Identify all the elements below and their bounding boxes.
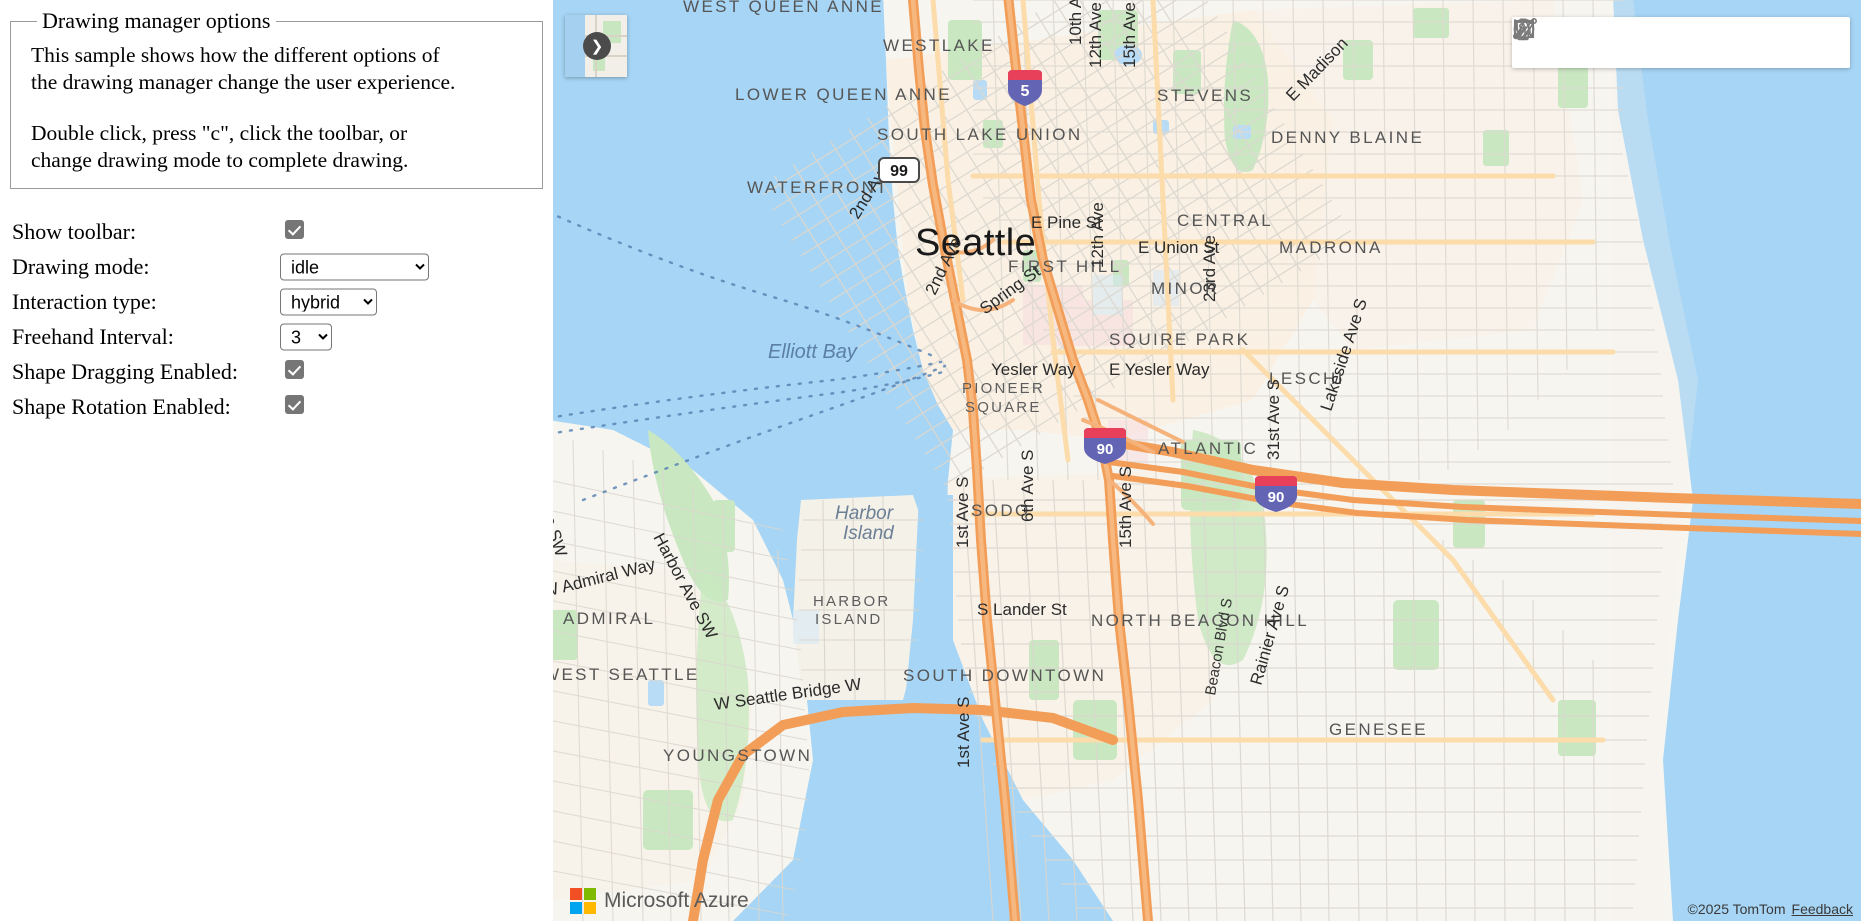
water-label-elliott-bay: Elliott Bay — [768, 341, 858, 363]
svg-text:MADRONA: MADRONA — [1279, 238, 1383, 257]
svg-text:1st Ave S: 1st Ave S — [953, 476, 972, 548]
draw-circle-tool[interactable] — [1513, 18, 1704, 66]
drawing-manager-options-panel: Drawing manager options This sample show… — [0, 0, 553, 921]
options-fieldset: Drawing manager options This sample show… — [10, 8, 543, 189]
control-row-drawing-mode: Drawing mode: idledraw-pointdraw-linedra… — [12, 250, 553, 284]
shape-rotation-label: Shape Rotation Enabled: — [12, 394, 231, 419]
panel-legend: Drawing manager options — [42, 8, 271, 33]
svg-text:SQUARE: SQUARE — [965, 399, 1042, 416]
map-tiles: Elliott Bay Harbor Island Seattle WEST Q… — [553, 0, 1861, 921]
erase-geometry-tool[interactable] — [1515, 18, 1842, 66]
draw-rectangle-tool[interactable] — [1513, 19, 1750, 66]
feedback-link[interactable]: Feedback — [1792, 901, 1853, 917]
minimap-overview-toggle[interactable]: ❯ — [565, 15, 627, 77]
description-line-4: change drawing mode to complete drawing. — [31, 148, 409, 172]
svg-text:90: 90 — [1097, 441, 1114, 458]
svg-text:6th Ave S: 6th Ave S — [1018, 450, 1037, 522]
description-line-1: This sample shows how the different opti… — [31, 43, 440, 67]
interaction-type-label: Interaction type: — [12, 289, 157, 314]
show-toolbar-checkbox[interactable] — [285, 220, 304, 239]
chevron-right-icon[interactable]: ❯ — [583, 32, 611, 60]
copyright-text: ©2025 TomTom — [1687, 901, 1786, 917]
svg-text:WEST QUEEN ANNE: WEST QUEEN ANNE — [683, 0, 884, 16]
freehand-interval-label: Freehand Interval: — [12, 324, 174, 349]
description-paragraph-2: Double click, press "c", click the toolb… — [31, 120, 531, 174]
svg-text:15th Ave S: 15th Ave S — [1116, 466, 1135, 548]
drawing-mode-select[interactable]: idledraw-pointdraw-linedraw-polygondraw-… — [280, 253, 429, 281]
svg-text:12th Ave: 12th Ave — [1088, 202, 1107, 268]
shape-dragging-field — [285, 360, 304, 384]
svg-text:WEST SEATTLE: WEST SEATTLE — [553, 665, 700, 684]
svg-text:ADMIRAL: ADMIRAL — [563, 609, 655, 628]
highway-shield-99: 99 — [878, 157, 920, 183]
svg-text:SOUTH DOWNTOWN: SOUTH DOWNTOWN — [903, 666, 1106, 685]
svg-text:1st Ave S: 1st Ave S — [954, 696, 973, 768]
svg-text:23rd Ave: 23rd Ave — [1200, 235, 1219, 302]
description-paragraph-1: This sample shows how the different opti… — [31, 42, 531, 96]
shape-rotation-field — [285, 395, 304, 419]
draw-polygon-tool[interactable] — [1514, 19, 1658, 66]
freehand-interval-select[interactable]: 12345678910 — [280, 323, 332, 351]
control-row-show-toolbar: Show toolbar: — [12, 215, 553, 249]
svg-text:DENNY BLAINE: DENNY BLAINE — [1271, 128, 1424, 147]
controls-list: Show toolbar: Drawing mode: idledraw-poi… — [12, 215, 553, 424]
interaction-type-field: clickfreehandhybrid — [280, 288, 377, 316]
svg-text:GENESEE: GENESEE — [1329, 720, 1428, 739]
svg-text:CENTRAL: CENTRAL — [1177, 211, 1273, 230]
svg-text:SQUIRE PARK: SQUIRE PARK — [1109, 330, 1250, 349]
place-label-harbor-island-2: Island — [843, 523, 895, 544]
azure-map-canvas[interactable]: Elliott Bay Harbor Island Seattle WEST Q… — [553, 0, 1861, 921]
svg-text:S Lander St: S Lander St — [977, 600, 1067, 619]
interaction-type-select[interactable]: clickfreehandhybrid — [280, 288, 377, 316]
svg-text:90: 90 — [1268, 489, 1285, 506]
minimap-water — [565, 15, 585, 77]
svg-text:STEVENS: STEVENS — [1157, 86, 1253, 105]
show-toolbar-label: Show toolbar: — [12, 219, 137, 244]
svg-text:12th Ave E: 12th Ave E — [1086, 0, 1105, 68]
drawing-toolbar[interactable] — [1512, 17, 1850, 68]
microsoft-azure-logo: Microsoft Azure — [570, 888, 749, 914]
svg-text:31st Ave S: 31st Ave S — [1264, 379, 1283, 460]
drawing-mode-label: Drawing mode: — [12, 254, 150, 279]
svg-text:10th Ave E: 10th Ave E — [1066, 0, 1085, 45]
control-row-freehand-interval: Freehand Interval: 12345678910 — [12, 320, 553, 354]
svg-text:ISLAND: ISLAND — [815, 611, 882, 628]
show-toolbar-field — [285, 220, 304, 244]
svg-text:5: 5 — [1021, 83, 1030, 100]
shape-dragging-checkbox[interactable] — [285, 360, 304, 379]
control-row-interaction-type: Interaction type: clickfreehandhybrid — [12, 285, 553, 319]
azure-logo-text: Microsoft Azure — [604, 889, 749, 912]
drawing-mode-field: idledraw-pointdraw-linedraw-polygondraw-… — [280, 253, 429, 281]
control-row-shape-dragging: Shape Dragging Enabled: — [12, 355, 553, 389]
svg-text:15th Ave E: 15th Ave E — [1120, 0, 1139, 68]
shape-rotation-checkbox[interactable] — [285, 395, 304, 414]
svg-text:HARBOR: HARBOR — [813, 593, 890, 610]
shape-dragging-label: Shape Dragging Enabled: — [12, 359, 239, 384]
description-line-2: the drawing manager change the user expe… — [31, 70, 456, 94]
svg-text:99: 99 — [890, 163, 908, 180]
svg-text:YOUNGSTOWN: YOUNGSTOWN — [663, 746, 812, 765]
svg-text:Yesler Way: Yesler Way — [991, 360, 1076, 379]
svg-text:PIONEER: PIONEER — [962, 380, 1045, 397]
microsoft-logo-icon — [570, 888, 596, 914]
svg-text:E Yesler Way: E Yesler Way — [1109, 360, 1210, 379]
place-label-harbor-island-1: Harbor — [835, 503, 894, 524]
page-root: Drawing manager options This sample show… — [0, 0, 1861, 921]
svg-text:ATLANTIC: ATLANTIC — [1158, 439, 1258, 458]
control-row-shape-rotation: Shape Rotation Enabled: — [12, 390, 553, 424]
svg-text:LOWER QUEEN ANNE: LOWER QUEEN ANNE — [735, 85, 952, 104]
svg-text:SOUTH LAKE UNION: SOUTH LAKE UNION — [877, 125, 1083, 144]
map-attribution: ©2025 TomTom Feedback — [1688, 901, 1853, 917]
draw-line-tool[interactable] — [1512, 17, 1612, 66]
edit-geometry-tool[interactable] — [1515, 19, 1796, 66]
description-line-3: Double click, press "c", click the toolb… — [31, 121, 408, 145]
freehand-interval-field: 12345678910 — [280, 323, 332, 351]
svg-text:WESTLAKE: WESTLAKE — [883, 36, 995, 55]
